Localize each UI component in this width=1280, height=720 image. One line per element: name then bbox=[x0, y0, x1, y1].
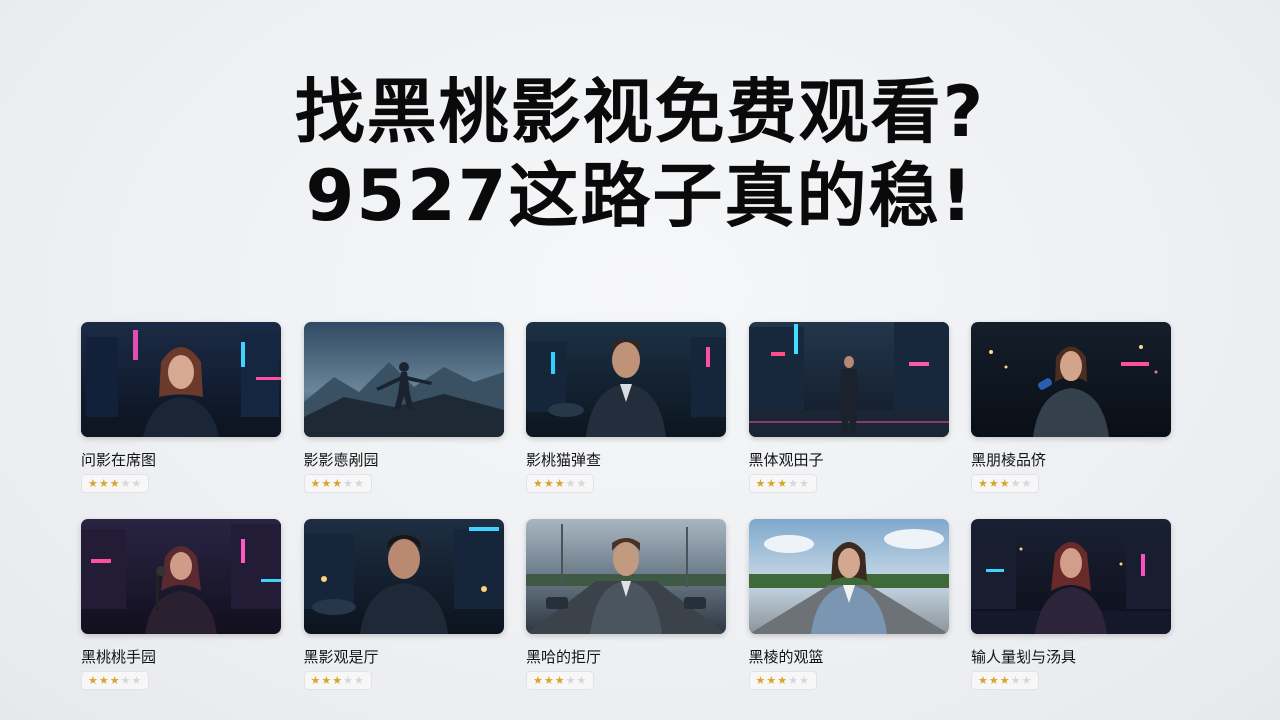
video-title[interactable]: 黑哈的拒厅 bbox=[526, 648, 726, 666]
thumbnail-image bbox=[303, 519, 504, 634]
video-thumbnail[interactable] bbox=[526, 519, 726, 634]
star-empty-icon: ★★ bbox=[565, 477, 588, 490]
thumbnail-image bbox=[971, 519, 1171, 634]
video-title[interactable]: 影影㥁剐园 bbox=[304, 451, 504, 469]
thumbnail-image bbox=[526, 322, 726, 437]
star-empty-icon: ★★ bbox=[120, 674, 143, 687]
video-title[interactable]: 黑桃桃手园 bbox=[81, 648, 281, 666]
star-rating: ★★★★★ bbox=[748, 671, 817, 690]
video-title[interactable]: 黑朋棱品侪 bbox=[971, 451, 1171, 469]
star-filled-icon: ★★★ bbox=[978, 674, 1011, 687]
star-filled-icon: ★★★ bbox=[533, 477, 566, 490]
video-card[interactable]: 黑体观田子 ★★★★★ bbox=[748, 322, 949, 519]
star-empty-icon: ★★ bbox=[343, 477, 365, 490]
star-rating: ★★★★★ bbox=[971, 671, 1040, 690]
star-empty-icon: ★★ bbox=[1010, 477, 1033, 490]
thumbnail-image bbox=[303, 322, 504, 437]
video-thumbnail[interactable] bbox=[81, 519, 281, 634]
star-filled-icon: ★★★ bbox=[755, 674, 789, 687]
star-filled-icon: ★★★ bbox=[310, 674, 344, 687]
video-card[interactable]: 影影㥁剐园 ★★★★★ bbox=[303, 322, 504, 519]
video-card[interactable]: 黑影观是厅 ★★★★★ bbox=[303, 519, 504, 716]
star-rating: ★★★★★ bbox=[81, 474, 150, 493]
star-empty-icon: ★★ bbox=[120, 477, 143, 490]
video-thumbnail[interactable] bbox=[748, 322, 949, 437]
video-thumbnail[interactable] bbox=[971, 322, 1171, 437]
star-filled-icon: ★★★ bbox=[88, 674, 121, 687]
star-rating: ★★★★★ bbox=[748, 474, 817, 493]
star-empty-icon: ★★ bbox=[343, 674, 365, 687]
video-thumbnail[interactable] bbox=[971, 519, 1171, 634]
video-thumbnail[interactable] bbox=[748, 519, 949, 634]
thumbnail-image bbox=[526, 519, 726, 634]
star-filled-icon: ★★★ bbox=[755, 477, 789, 490]
thumbnail-image bbox=[81, 322, 281, 437]
video-title[interactable]: 黑棱的观篮 bbox=[749, 648, 949, 666]
star-empty-icon: ★★ bbox=[788, 674, 810, 687]
video-thumbnail[interactable] bbox=[303, 322, 504, 437]
headline-line-2: 9527这路子真的稳! bbox=[305, 155, 975, 237]
star-rating: ★★★★★ bbox=[303, 474, 372, 493]
video-title[interactable]: 黑影观是厅 bbox=[304, 648, 504, 666]
thumbnail-image bbox=[81, 519, 281, 634]
star-filled-icon: ★★★ bbox=[978, 477, 1011, 490]
thumbnail-image bbox=[748, 322, 949, 437]
thumbnail-image bbox=[971, 322, 1171, 437]
star-empty-icon: ★★ bbox=[565, 674, 588, 687]
headline: 找黑桃影视免费观看? 9527这路子真的稳! bbox=[0, 70, 1280, 238]
star-empty-icon: ★★ bbox=[1010, 674, 1033, 687]
star-filled-icon: ★★★ bbox=[88, 477, 121, 490]
thumbnail-image bbox=[748, 519, 949, 634]
video-card[interactable]: 输人量刬与汤具 ★★★★★ bbox=[971, 519, 1171, 716]
video-thumbnail[interactable] bbox=[81, 322, 281, 437]
star-rating: ★★★★★ bbox=[81, 671, 150, 690]
star-rating: ★★★★★ bbox=[303, 671, 372, 690]
star-filled-icon: ★★★ bbox=[310, 477, 344, 490]
headline-line-1: 找黑桃影视免费观看? bbox=[294, 71, 986, 153]
video-thumbnail[interactable] bbox=[303, 519, 504, 634]
video-title[interactable]: 黑体观田子 bbox=[749, 451, 949, 469]
video-card[interactable]: 黑朋棱品侪 ★★★★★ bbox=[971, 322, 1171, 519]
star-rating: ★★★★★ bbox=[526, 671, 595, 690]
video-title[interactable]: 输人量刬与汤具 bbox=[971, 648, 1171, 666]
video-card[interactable]: 问影在席图 ★★★★★ bbox=[81, 322, 281, 519]
video-grid: 问影在席图 ★★★★★ 影影㥁剐园 ★★★★★ 影桃猫弹查 ★★★★★ 黑体观田… bbox=[81, 322, 1171, 716]
video-title[interactable]: 问影在席图 bbox=[81, 451, 281, 469]
video-title[interactable]: 影桃猫弹查 bbox=[526, 451, 726, 469]
video-card[interactable]: 影桃猫弹查 ★★★★★ bbox=[526, 322, 726, 519]
star-empty-icon: ★★ bbox=[788, 477, 810, 490]
video-card[interactable]: 黑哈的拒厅 ★★★★★ bbox=[526, 519, 726, 716]
star-rating: ★★★★★ bbox=[971, 474, 1040, 493]
video-card[interactable]: 黑棱的观篮 ★★★★★ bbox=[748, 519, 949, 716]
video-thumbnail[interactable] bbox=[526, 322, 726, 437]
video-card[interactable]: 黑桃桃手园 ★★★★★ bbox=[81, 519, 281, 716]
star-rating: ★★★★★ bbox=[526, 474, 595, 493]
star-filled-icon: ★★★ bbox=[533, 674, 566, 687]
